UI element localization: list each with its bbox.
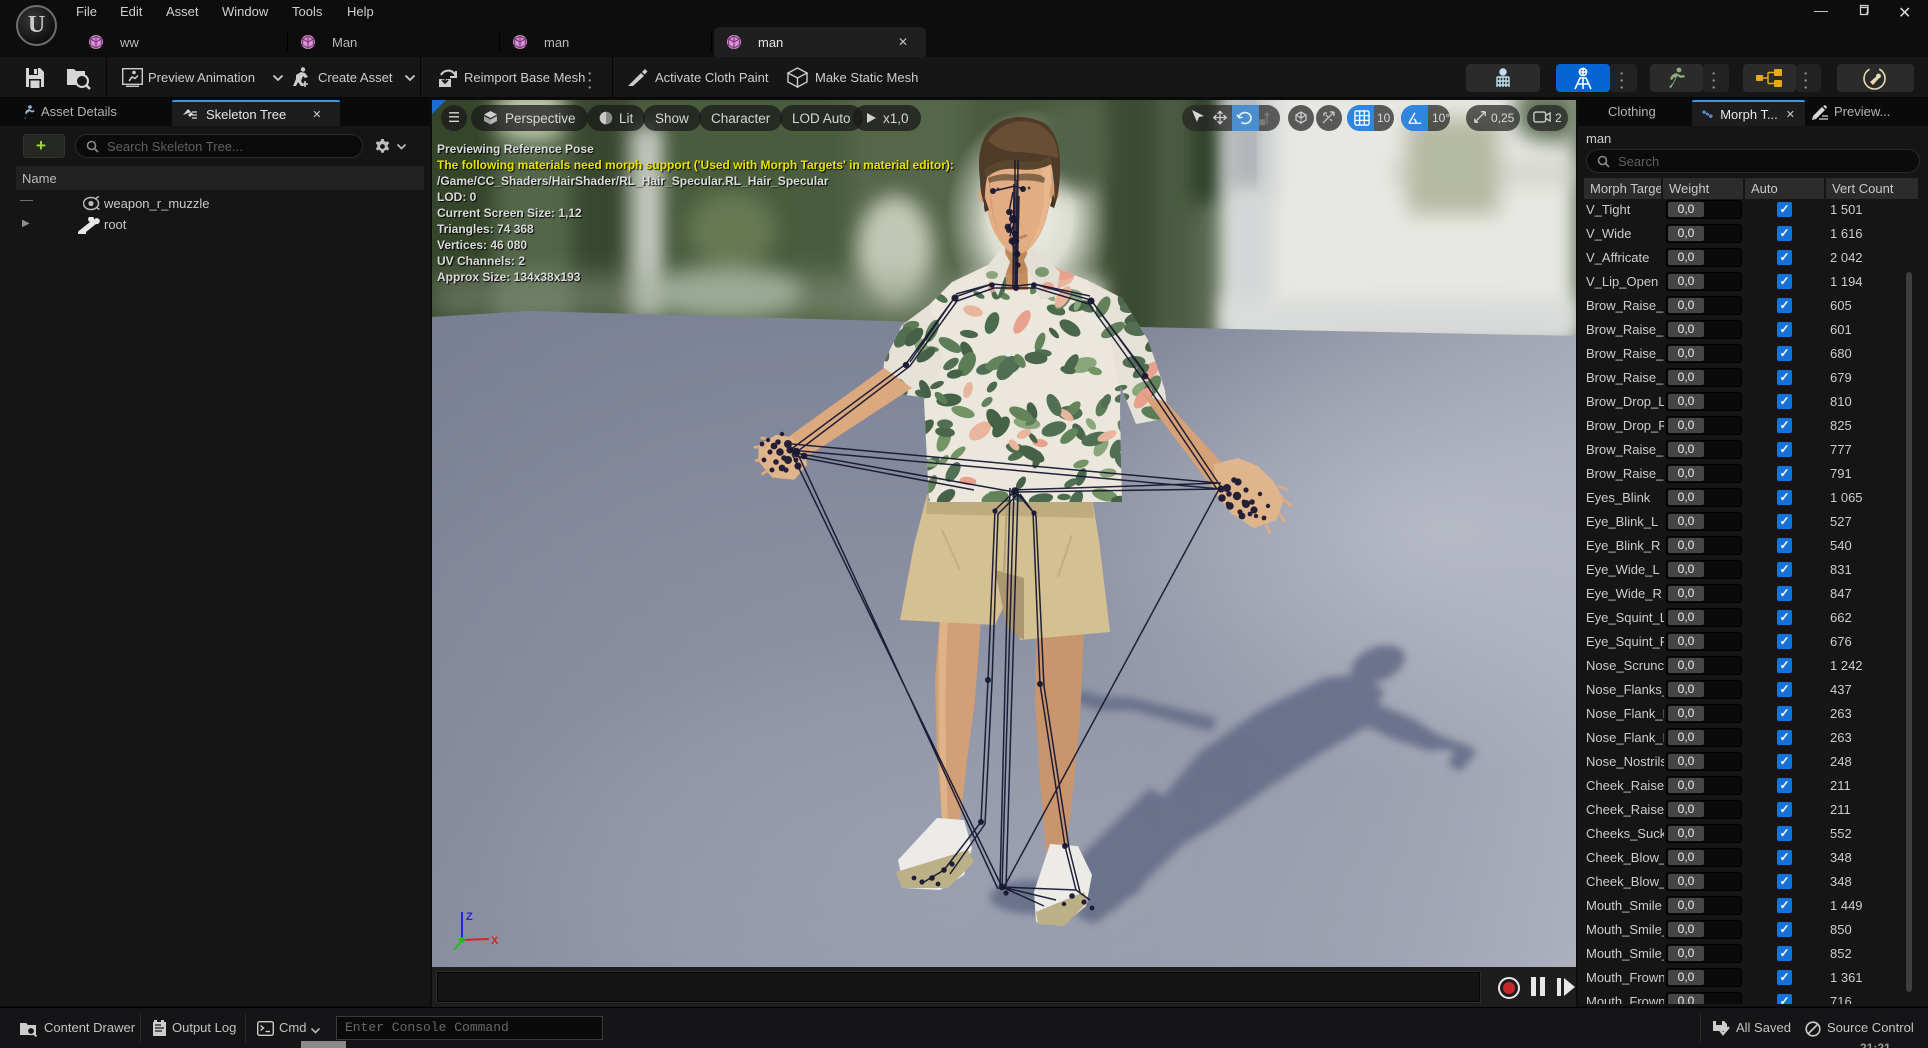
svg-text:Z: Z bbox=[466, 911, 473, 923]
svg-text:X: X bbox=[491, 935, 499, 947]
